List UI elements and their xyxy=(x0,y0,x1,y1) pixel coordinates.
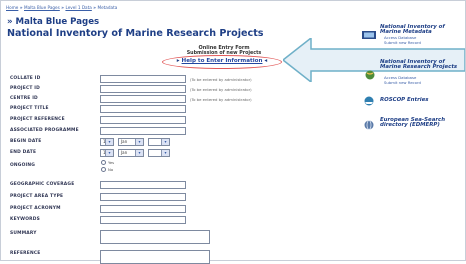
chevron-down-icon[interactable]: ▾ xyxy=(135,139,143,145)
field-label: SUMMARY xyxy=(10,231,37,236)
breadcrumb: Home » Malta Blue Pages » Level 1 Data »… xyxy=(6,5,118,10)
month-select[interactable]: Jan ▾ xyxy=(118,149,144,157)
ongoing-radio-no[interactable] xyxy=(101,167,106,172)
sidebar-title-edmerp[interactable]: European Sea-Search directory (EDMERP) xyxy=(380,117,464,129)
text-input[interactable] xyxy=(100,85,186,93)
sidebar-title-roscop[interactable]: ROSCOP Entries xyxy=(380,97,464,103)
ongoing-radio-yes[interactable] xyxy=(101,160,106,165)
chevron-down-icon[interactable]: ▾ xyxy=(105,139,113,145)
breadcrumb-current: Metadata xyxy=(97,5,118,10)
sidebar: National Inventory of Marine Metadata Ac… xyxy=(350,0,466,261)
site-title: » Malta Blue Pages xyxy=(7,17,100,27)
field-note: (To be entered by administrator) xyxy=(190,87,252,92)
ship-icon xyxy=(364,96,374,106)
radio-label: Yes xyxy=(108,160,115,165)
field-label: ONGOING xyxy=(10,163,36,168)
field-label: GEOGRAPHIC COVERAGE xyxy=(10,182,75,187)
day-select[interactable]: 1▾ xyxy=(100,138,114,146)
breadcrumb-malta[interactable]: Malta Blue Pages xyxy=(24,5,60,10)
field-label: PROJECT REFERENCE xyxy=(10,117,65,122)
year-select[interactable]: ▾ xyxy=(148,149,170,157)
radio-label: No xyxy=(108,167,114,172)
text-input[interactable] xyxy=(100,230,210,244)
field-label: PROJECT ACRONYM xyxy=(10,206,61,211)
breadcrumb-level1[interactable]: Level 1 Data xyxy=(65,5,91,10)
field-label: KEYWORDS xyxy=(10,217,40,222)
field-label: BEGIN DATE xyxy=(10,139,42,144)
field-label: COLLATE ID xyxy=(10,76,41,81)
breadcrumb-home[interactable]: Home xyxy=(6,5,18,10)
year-select[interactable]: ▾ xyxy=(148,138,170,146)
field-label: CENTRE ID xyxy=(10,96,38,101)
text-input[interactable] xyxy=(100,205,186,213)
field-label: PROJECT TITLE xyxy=(10,106,49,111)
text-input[interactable] xyxy=(100,75,186,83)
sidebar-link-metadata-submit[interactable]: Submit new Record xyxy=(384,40,421,46)
field-note: (To be entered by administrator) xyxy=(190,77,252,82)
field-label: END DATE xyxy=(10,150,37,155)
sidebar-link-projects-submit[interactable]: Submit new Record xyxy=(384,80,421,86)
text-input[interactable] xyxy=(100,116,186,124)
database-icon xyxy=(362,31,376,39)
text-input[interactable] xyxy=(100,127,186,135)
text-input[interactable] xyxy=(100,216,186,224)
text-input[interactable] xyxy=(100,95,186,103)
field-label: ASSOCIATED PROGRAMME xyxy=(10,128,79,133)
field-label: PROJECT AREA TYPE xyxy=(10,194,64,199)
globe-icon xyxy=(364,120,374,130)
field-label: REFERENCE xyxy=(10,251,41,256)
globe-icon xyxy=(365,70,375,80)
help-link[interactable]: ▸ Help to Enter Information ◂ xyxy=(168,58,276,66)
text-input[interactable] xyxy=(100,181,186,189)
chevron-down-icon[interactable]: ▾ xyxy=(161,150,169,156)
chevron-down-icon[interactable]: ▾ xyxy=(161,139,169,145)
chevron-down-icon[interactable]: ▾ xyxy=(105,150,113,156)
field-note: (To be entered by administrator) xyxy=(190,97,252,102)
text-input[interactable] xyxy=(100,193,186,201)
month-select[interactable]: Jan ▾ xyxy=(118,138,144,146)
page-title: National Inventory of Marine Research Pr… xyxy=(7,28,264,39)
text-input[interactable] xyxy=(100,105,186,113)
text-input[interactable] xyxy=(100,250,210,264)
day-select[interactable]: 1▾ xyxy=(100,149,114,157)
field-label: PROJECT ID xyxy=(10,86,40,91)
chevron-down-icon[interactable]: ▾ xyxy=(135,150,143,156)
sidebar-title-projects[interactable]: National Inventory of Marine Research Pr… xyxy=(380,59,464,71)
